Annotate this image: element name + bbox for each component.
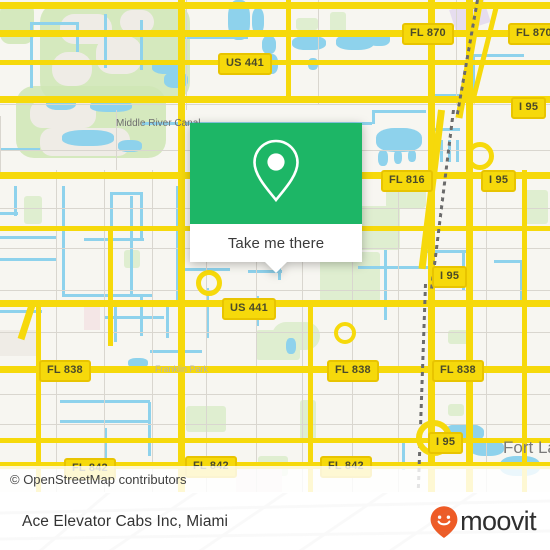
highway-shield: I 95	[428, 432, 464, 454]
highway-shield: US 441	[218, 53, 272, 75]
popup-marker-panel	[190, 123, 362, 224]
highway-shield: I 95	[432, 266, 468, 288]
map-attribution[interactable]: © OpenStreetMap contributors	[0, 466, 550, 492]
place-popup-card[interactable]: Take me there	[190, 123, 362, 273]
highway-shield: FL 816	[381, 170, 433, 192]
highway-shield: FL 838	[39, 360, 91, 382]
take-me-there-button[interactable]: Take me there	[190, 224, 362, 262]
map-pin-icon	[249, 138, 303, 209]
popup-pointer	[265, 262, 287, 273]
moovit-brand[interactable]: moovit	[429, 505, 537, 539]
map-canvas[interactable]: Middle River Canal Fort Lauderdale Frank…	[0, 0, 550, 492]
moovit-place-map-screenshot: Middle River Canal Fort Lauderdale Frank…	[0, 0, 550, 550]
moovit-pin-icon	[429, 505, 459, 539]
highway-shield: FL 838	[327, 360, 379, 382]
highway-shield: I 95	[481, 170, 517, 192]
take-me-there-label: Take me there	[227, 234, 325, 252]
moovit-wordmark: moovit	[460, 506, 537, 536]
highway-shield: FL 838	[432, 360, 484, 382]
attribution-text: © OpenStreetMap contributors	[10, 471, 187, 487]
highway-shield: FL 870	[508, 23, 550, 45]
highway-shield: US 441	[222, 298, 276, 320]
footer-bar: Ace Elevator Cabs Inc, Miami moovit	[0, 492, 550, 550]
highway-shield: I 95	[511, 97, 547, 119]
highway-shield: FL 870	[402, 23, 454, 45]
place-title: Ace Elevator Cabs Inc, Miami	[22, 512, 229, 530]
